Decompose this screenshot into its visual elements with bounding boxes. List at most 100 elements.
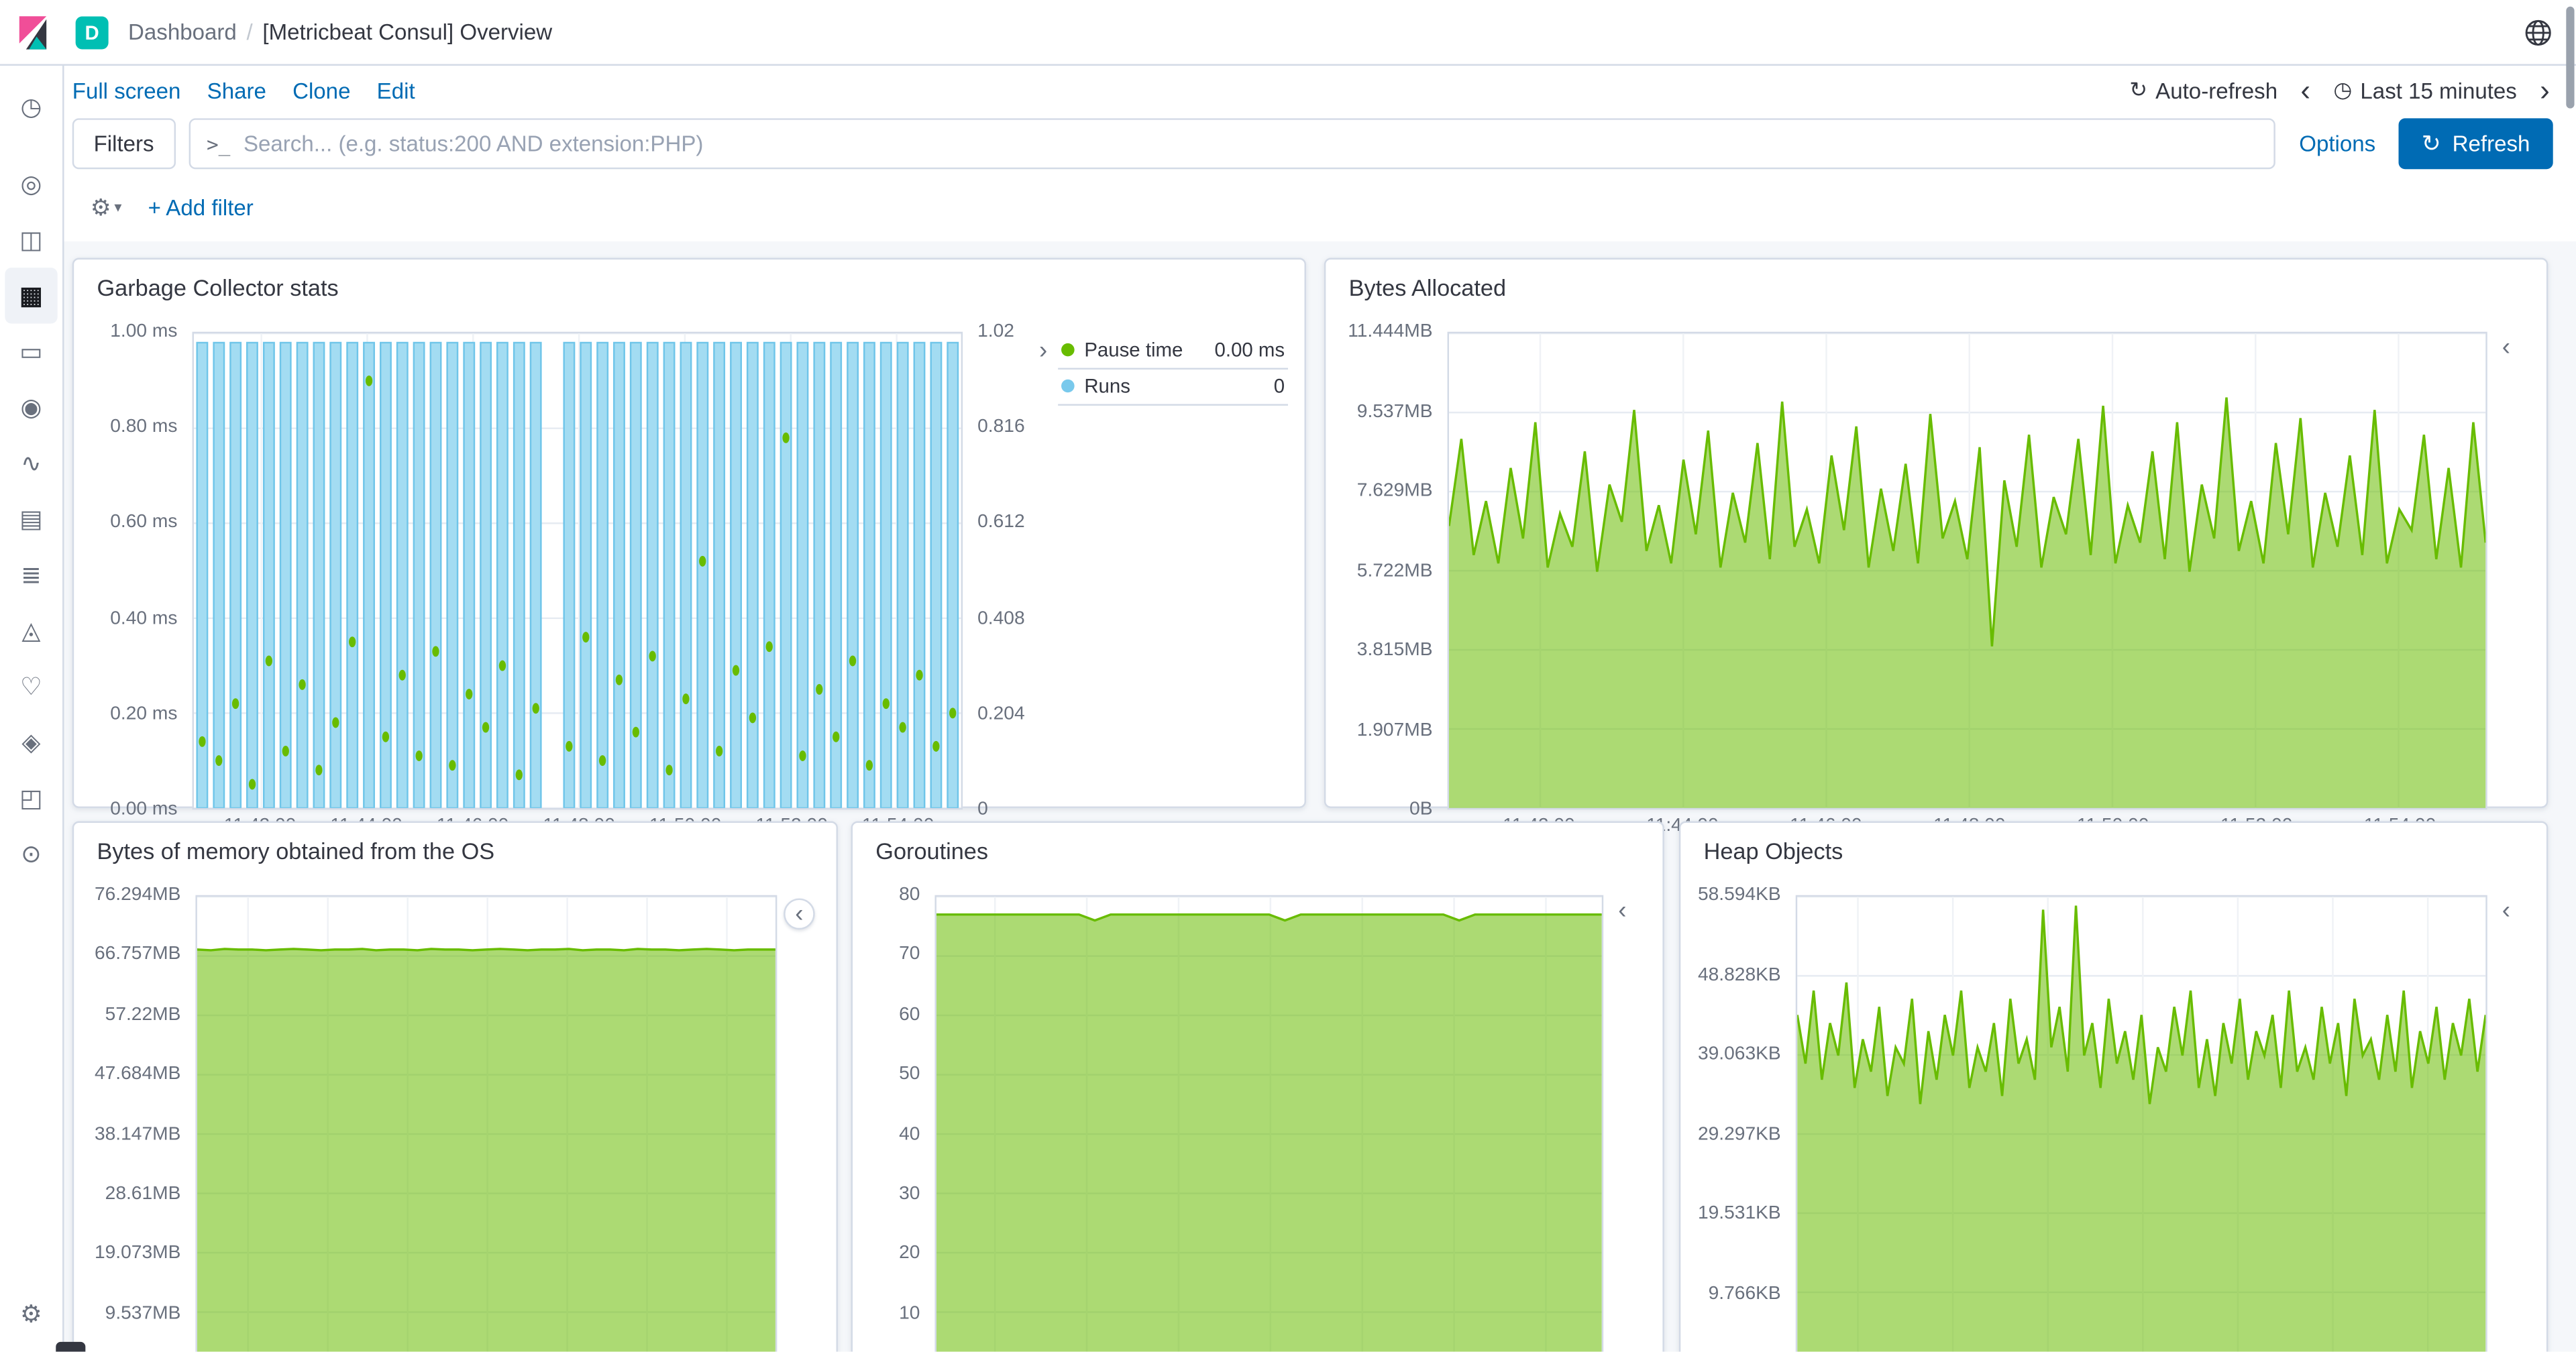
dock-navigation-button[interactable] [56, 1341, 86, 1352]
panel-title[interactable]: Goroutines [853, 823, 1662, 867]
plot-area [934, 895, 1604, 1352]
sidebar-item-dashboard[interactable]: ▦ [5, 268, 58, 324]
dashboard-grid: Garbage Collector stats 1.00 ms 0.80 ms 0.… [64, 241, 2576, 1352]
clone-button[interactable]: Clone [292, 78, 350, 103]
panel-title[interactable]: Garbage Collector stats [74, 260, 1304, 304]
options-button[interactable]: Options [2299, 131, 2375, 156]
y-axis: 11.444MB 9.537MB 7.629MB 5.722MB 3.815MB 1.90… [1342, 322, 1448, 820]
kibana-app: D Dashboard / [Metricbeat Consul] Overvi… [0, 0, 2576, 1352]
panel-title[interactable]: Heap Objects [1680, 823, 2546, 867]
panel-bytes-allocated: Bytes Allocated 11.444MB 9.537MB 7.629MB 5.… [1324, 258, 2548, 860]
time-forward-button[interactable]: › [2536, 76, 2553, 105]
chart-legend: Pause time 0.00 ms Runs 0 [1058, 332, 1289, 810]
canvas-icon: ▭ [19, 338, 43, 367]
page-title: [Metricbeat Consul] Overview [262, 19, 553, 45]
sidebar-item-recently-viewed[interactable]: ◷ [5, 79, 57, 135]
sidebar-item-monitoring[interactable]: ⊙ [5, 826, 57, 882]
axis-tick-label: 50 [899, 1064, 920, 1084]
sidebar-item-metrics[interactable]: ▤ [5, 491, 57, 547]
sidebar-item-dev-tools[interactable]: ◰ [5, 771, 57, 826]
axis-tick-label: 0 [977, 799, 988, 820]
scrollbar-thumb[interactable] [2566, 6, 2575, 109]
axis-tick-label: 60 [899, 1005, 920, 1025]
plot-area [1447, 331, 2487, 810]
dev-tools-icon: ◰ [19, 785, 43, 813]
app-header: D Dashboard / [Metricbeat Consul] Overvi… [0, 0, 2576, 66]
discover-icon: ◎ [20, 170, 42, 199]
screen: D Dashboard / [Metricbeat Consul] Overvi… [0, 0, 2576, 1352]
chevron-down-icon: ▾ [114, 198, 122, 215]
sidebar-item-maps[interactable]: ◉ [5, 380, 57, 435]
share-button[interactable]: Share [207, 78, 266, 103]
metrics-icon: ▤ [19, 506, 43, 534]
sidebar-item-visualize[interactable]: ◫ [5, 212, 57, 268]
y-axis: 1.00 ms 0.80 ms 0.60 ms 0.40 ms 0.20 ms 0.00 … [91, 322, 193, 820]
side-nav: ◷ ◎ ◫ ▦ ▭ ◉ ∿ ▤ ≣ ◬ ♡ ◈ ◰ ⊙ ⚙ [0, 65, 64, 1352]
sidebar-item-siem[interactable]: ◈ [5, 714, 57, 770]
right-axis: 1.02 0.816 0.612 0.408 0.204 0 [963, 322, 1028, 820]
scrollbar [2566, 0, 2576, 1352]
breadcrumb-dashboard-link[interactable]: Dashboard [128, 19, 237, 44]
goroutines-chart: 80706050403020100‹11:42:0011:44:0011:46:… [869, 882, 1646, 1352]
filter-options-button[interactable]: ⚙ ▾ [91, 193, 122, 221]
sidebar-item-canvas[interactable]: ▭ [5, 323, 57, 379]
panel-title[interactable]: Bytes of memory obtained from the OS [74, 823, 836, 867]
collapse-legend-button[interactable]: ‹ [1618, 899, 1626, 923]
heap-objects-chart: 58.594KB 48.828KB 39.063KB 29.297KB 19.531KB… [1697, 882, 2530, 1352]
sidebar-item-uptime[interactable]: ♡ [5, 659, 57, 714]
legend-item-runs[interactable]: Runs 0 [1058, 370, 1289, 406]
bytes-allocated-chart: 11.444MB 9.537MB 7.629MB 5.722MB 3.815MB 1.90… [1342, 319, 2530, 866]
axis-tick-label: 0.204 [977, 704, 1025, 724]
search-input[interactable] [243, 131, 2259, 156]
space-badge[interactable]: D [75, 15, 109, 49]
refresh-icon: ↻ [2421, 129, 2441, 156]
query-prompt-icon: >_ [206, 132, 231, 156]
sidebar-item-discover[interactable]: ◎ [5, 156, 57, 212]
axis-tick-label: 20 [899, 1243, 920, 1263]
axis-tick-label: 1.02 [977, 322, 1014, 342]
sidebar-item-machine-learning[interactable]: ∿ [5, 435, 57, 491]
legend-value: 0 [1273, 374, 1285, 398]
memory-from-os-chart: 76.294MB 66.757MB 57.22MB 47.684MB 38.147MB 2… [91, 882, 820, 1352]
panel-garbage-collector-stats: Garbage Collector stats 1.00 ms 0.80 ms 0.… [72, 258, 1306, 860]
legend-item-pause-time[interactable]: Pause time 0.00 ms [1058, 333, 1289, 370]
sidebar-item-logs[interactable]: ≣ [5, 547, 57, 603]
axis-tick-label: 0.20 ms [110, 704, 178, 724]
filters-menu-button[interactable]: Filters [72, 118, 176, 170]
auto-refresh-button[interactable]: ↻ Auto-refresh [2129, 77, 2277, 103]
axis-tick-label: 57.22MB [105, 1005, 181, 1025]
time-controls: ↻ Auto-refresh ‹ ◷ Last 15 minutes › [2129, 76, 2553, 105]
logs-icon: ≣ [21, 561, 42, 590]
add-filter-button[interactable]: + Add filter [148, 194, 254, 219]
kibana-logo[interactable] [0, 14, 66, 50]
axis-tick-label: 3.815MB [1356, 640, 1433, 661]
axis-tick-label: 9.537MB [1356, 401, 1433, 422]
edit-button[interactable]: Edit [377, 78, 415, 103]
full-screen-button[interactable]: Full screen [72, 78, 181, 103]
breadcrumb-separator: / [246, 19, 253, 45]
y-axis: 80706050403020100 [869, 885, 935, 1352]
time-range-picker[interactable]: ◷ Last 15 minutes [2333, 77, 2516, 103]
axis-tick-label: 0.816 [977, 417, 1025, 437]
panel-title[interactable]: Bytes Allocated [1326, 260, 2546, 304]
time-back-button[interactable]: ‹ [2298, 76, 2314, 105]
collapse-legend-button[interactable]: › [1028, 332, 1058, 810]
auto-refresh-label: Auto-refresh [2155, 78, 2278, 103]
visualize-icon: ◫ [19, 226, 43, 255]
collapse-legend-button[interactable]: ‹ [784, 898, 815, 930]
axis-tick-label: 5.722MB [1356, 561, 1433, 581]
collapse-legend-button[interactable]: ‹ [2502, 335, 2510, 360]
axis-tick-label: 1.907MB [1356, 720, 1433, 740]
axis-tick-label: 0.00 ms [110, 799, 178, 820]
globe-icon[interactable] [2524, 17, 2553, 47]
sidebar-item-management[interactable]: ⚙ [5, 1286, 57, 1342]
axis-tick-label: 29.297KB [1697, 1124, 1781, 1144]
refresh-button[interactable]: ↻ Refresh [2398, 118, 2553, 170]
axis-tick-label: 30 [899, 1184, 920, 1204]
sidebar-item-apm[interactable]: ◬ [5, 603, 57, 659]
axis-tick-label: 0.40 ms [110, 608, 178, 628]
uptime-icon: ♡ [20, 673, 42, 701]
filter-bar: ⚙ ▾ + Add filter [64, 172, 2576, 242]
axis-tick-label: 0.80 ms [110, 417, 178, 437]
collapse-legend-button[interactable]: ‹ [2502, 899, 2510, 923]
